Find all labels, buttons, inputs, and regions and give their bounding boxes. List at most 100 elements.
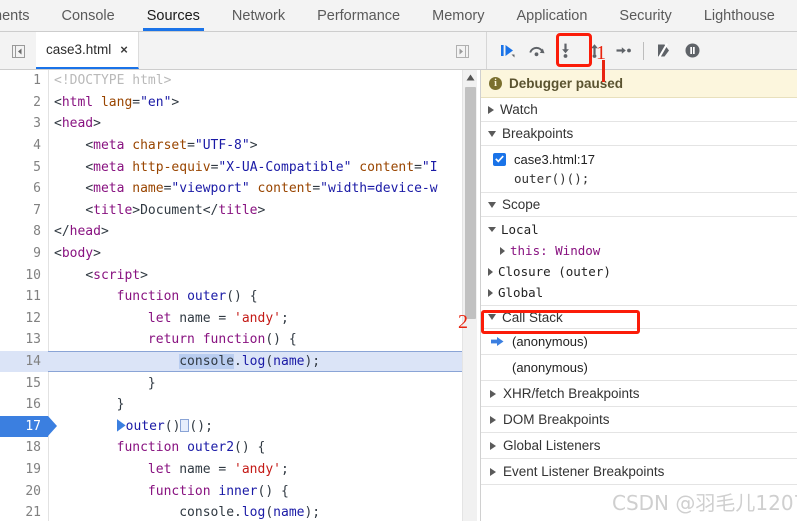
code-line[interactable]: 20 function inner() { [0,480,480,502]
line-number: 13 [25,332,41,348]
step-into-icon [562,43,569,58]
devtools-panel-tabbar: ments Console Sources Network Performanc… [0,0,797,32]
scope-label: Local [501,222,539,237]
debugger-sidebar: i Debugger paused Watch Breakpoints case… [480,70,797,521]
editor-vertical-scrollbar[interactable] [462,70,477,521]
line-number: 14 [25,354,41,370]
show-navigator-button[interactable] [8,41,28,61]
code-line[interactable]: 2 <html lang="en"> [0,92,480,114]
section-label: DOM Breakpoints [503,412,610,427]
close-icon[interactable]: × [120,43,128,56]
call-stack-frame-current[interactable]: (anonymous) [481,329,797,355]
line-number: 15 [25,375,41,391]
tab-memory[interactable]: Memory [416,0,500,31]
line-number: 7 [33,202,41,218]
tab-label: Performance [317,7,401,24]
step-button[interactable] [609,36,638,65]
code-line[interactable]: 15 } [0,372,480,394]
scope-label: Global [498,285,544,300]
code-line[interactable]: 19 let name = 'andy'; [0,459,480,481]
tab-network[interactable]: Network [216,0,301,31]
current-frame-arrow-icon [491,336,504,347]
line-number: 6 [33,181,41,197]
breakpoint-checkbox[interactable] [493,152,506,166]
code-line-executing[interactable]: 17 17 outer()(); [0,415,480,438]
code-line[interactable]: 6 <meta name="viewport" content="width=d… [0,178,480,200]
code-line[interactable]: 13 return function() { [0,329,480,351]
chevron-down-icon [488,201,496,208]
line-content: outer() (); [48,418,213,434]
resume-script-execution-button[interactable] [493,36,522,65]
section-breakpoints[interactable]: Breakpoints [481,122,797,146]
line-number: 2 [33,94,41,110]
line-content: function outer() { [116,289,258,305]
code-line-highlighted[interactable]: 14 console.log(name); [0,350,480,373]
code-line[interactable]: 8 </head> [0,221,480,243]
line-content: let name = 'andy'; [147,310,289,326]
section-call-stack[interactable]: Call Stack [481,305,797,329]
section-label: Call Stack [502,309,563,325]
line-number: 3 [33,116,41,132]
section-dom-breakpoints[interactable]: DOM Breakpoints [481,407,797,433]
line-content: <meta http-equiv="X-UA-Compatible" conte… [85,159,438,175]
scrollbar-thumb[interactable] [465,87,476,319]
deactivate-breakpoints-icon [658,43,669,58]
code-line[interactable]: 3 <head> [0,113,480,135]
source-code-editor[interactable]: 1 <!DOCTYPE html> 2 <html lang="en"> 3 <hea… [0,70,480,521]
code-line[interactable]: 21 console.log(name); [0,502,480,521]
code-line[interactable]: 5 <meta http-equiv="X-UA-Compatible" con… [0,156,480,178]
code-line[interactable]: 10 <script> [0,264,480,286]
breakpoint-location: case3.html:17 [514,151,595,167]
tab-label: ments [0,7,30,24]
chevron-right-icon [488,267,493,276]
line-content: } [116,397,125,413]
code-line[interactable]: 4 <meta charset="UTF-8"> [0,135,480,157]
tab-sources[interactable]: Sources [131,0,216,31]
scope-row-local[interactable]: Local [486,219,797,240]
scope-row-this[interactable]: this: Window [486,240,797,261]
breakpoint-item[interactable]: case3.html:17 outer()(); [481,146,797,193]
section-global-listeners[interactable]: Global Listeners [481,433,797,459]
code-line[interactable]: 7 <title>Document</title> [0,200,480,222]
file-tab-case3-html[interactable]: case3.html × [36,32,139,69]
tab-label: Sources [146,7,200,24]
file-tab-label: case3.html [46,42,112,57]
tab-security[interactable]: Security [603,0,687,31]
call-stack-frame[interactable]: (anonymous) [481,355,797,381]
section-scope[interactable]: Scope [481,193,797,217]
code-line[interactable]: 12 let name = 'andy'; [0,308,480,330]
section-watch[interactable]: Watch [481,98,797,122]
chevron-down-icon [488,130,496,137]
code-line[interactable]: 11 function outer() { [0,286,480,308]
code-line[interactable]: 1 <!DOCTYPE html> [0,70,480,92]
section-event-listener-breakpoints[interactable]: Event Listener Breakpoints [481,459,797,485]
tab-elements[interactable]: ments [0,0,46,31]
tab-console[interactable]: Console [46,0,131,31]
line-number: 11 [25,289,41,305]
panel-left-icon [11,44,25,58]
section-xhr-fetch-breakpoints[interactable]: XHR/fetch Breakpoints [481,381,797,407]
tab-performance[interactable]: Performance [301,0,416,31]
deactivate-breakpoints-button[interactable] [649,36,678,65]
code-line[interactable]: 16 } [0,394,480,416]
step-over-next-function-call-button[interactable] [522,36,551,65]
section-label: Breakpoints [502,126,574,141]
scope-row-global[interactable]: Global [486,282,797,303]
line-content: function outer2() { [116,440,266,456]
pause-on-exceptions-icon [685,43,700,58]
chevron-up-icon [466,74,475,81]
line-number: 17 [25,418,41,434]
scroll-up-arrow-icon[interactable] [463,70,478,85]
code-line[interactable]: 18 function outer2() { [0,437,480,459]
scope-row-closure-outer[interactable]: Closure (outer) [486,261,797,282]
arrow-right-icon [491,337,504,346]
tab-application[interactable]: Application [500,0,603,31]
step-into-next-function-call-button[interactable] [551,36,580,65]
pause-on-exceptions-button[interactable] [678,36,707,65]
tab-lighthouse[interactable]: Lighthouse [688,0,791,31]
show-debugger-button[interactable] [452,41,472,61]
line-content: <title>Document</title> [85,202,266,218]
step-icon [616,47,631,54]
line-number: 19 [25,462,41,478]
code-line[interactable]: 9 <body> [0,243,480,265]
